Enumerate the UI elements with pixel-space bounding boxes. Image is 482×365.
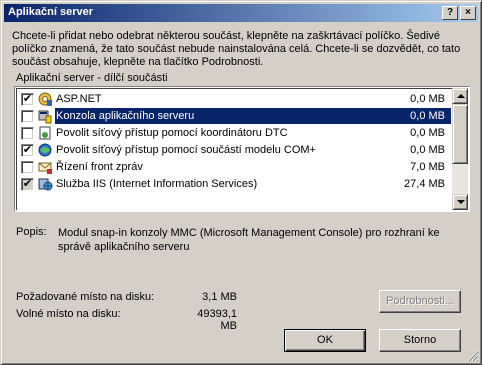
- details-button[interactable]: Podrobnosti...: [379, 290, 461, 313]
- list-item[interactable]: ✔ ASP.NET 0,0 MB: [19, 91, 451, 108]
- arrow-down-icon: [457, 200, 465, 204]
- ok-button[interactable]: OK: [284, 329, 366, 352]
- window-title: Aplikační server: [8, 6, 93, 18]
- vertical-scrollbar[interactable]: [452, 88, 468, 210]
- list-item[interactable]: ✔ Povolit síťový přístup pomocí součástí…: [19, 142, 451, 159]
- item-size: 0,0 MB: [410, 144, 445, 156]
- iis-icon: [37, 176, 53, 192]
- list-item[interactable]: ✔ Služba IIS (Internet Information Servi…: [19, 176, 451, 193]
- item-name: Řízení front zpráv: [56, 161, 143, 173]
- arrow-up-icon: [457, 94, 465, 98]
- checkbox[interactable]: [21, 110, 34, 123]
- item-name: Konzola aplikačního serveru: [56, 110, 195, 122]
- checkbox[interactable]: [21, 161, 34, 174]
- title-bar[interactable]: Aplikační server ? ×: [4, 4, 478, 22]
- free-space-label: Volné místo na disku:: [16, 308, 121, 320]
- dialog-window: Aplikační server ? × Chcete-li přidat ne…: [0, 0, 482, 365]
- dtc-icon: [37, 125, 53, 141]
- item-name: Služba IIS (Internet Information Service…: [56, 178, 258, 190]
- item-name: Povolit síťový přístup pomocí koordináto…: [56, 127, 288, 139]
- subcomponents-label: Aplikační server - dílčí součásti: [16, 72, 168, 84]
- checkbox[interactable]: ✔: [21, 93, 34, 106]
- checkbox[interactable]: ✔: [21, 178, 34, 191]
- required-space-label: Požadované místo na disku:: [16, 291, 155, 303]
- message-queue-icon: [37, 159, 53, 175]
- description-text: Modul snap-in konzoly MMC (Microsoft Man…: [58, 227, 440, 253]
- asp-net-icon: [37, 91, 53, 107]
- checkbox[interactable]: [21, 127, 34, 140]
- item-size: 0,0 MB: [410, 127, 445, 139]
- help-button[interactable]: ?: [442, 6, 458, 20]
- cancel-button[interactable]: Storno: [379, 329, 461, 352]
- scroll-down-button[interactable]: [452, 194, 468, 210]
- scroll-up-button[interactable]: [452, 88, 468, 104]
- list-item[interactable]: Konzola aplikačního serveru 0,0 MB: [19, 108, 451, 125]
- subcomponents-list[interactable]: ✔ ASP.NET 0,0 MB Konzola aplikačního ser…: [14, 86, 470, 212]
- item-size: 0,0 MB: [410, 93, 445, 105]
- free-space-value: 49393,1 MB: [197, 308, 237, 332]
- scroll-thumb[interactable]: [452, 104, 468, 164]
- checkbox[interactable]: ✔: [21, 144, 34, 157]
- instructions-text: Chcete-li přidat nebo odebrat některou s…: [12, 30, 461, 68]
- item-name: Povolit síťový přístup pomocí součástí m…: [56, 144, 316, 156]
- item-size: 27,4 MB: [404, 178, 445, 190]
- description-label: Popis:: [16, 226, 47, 238]
- list-item[interactable]: Řízení front zpráv 7,0 MB: [19, 159, 451, 176]
- item-name: ASP.NET: [56, 93, 102, 105]
- resize-grip-icon[interactable]: [467, 350, 479, 362]
- item-size: 0,0 MB: [410, 110, 445, 122]
- list-item[interactable]: Povolit síťový přístup pomocí koordináto…: [19, 125, 451, 142]
- console-icon: [37, 108, 53, 124]
- com-plus-icon: [37, 142, 53, 158]
- required-space-value: 3,1 MB: [202, 291, 237, 303]
- close-button[interactable]: ×: [460, 6, 476, 20]
- item-size: 7,0 MB: [410, 161, 445, 173]
